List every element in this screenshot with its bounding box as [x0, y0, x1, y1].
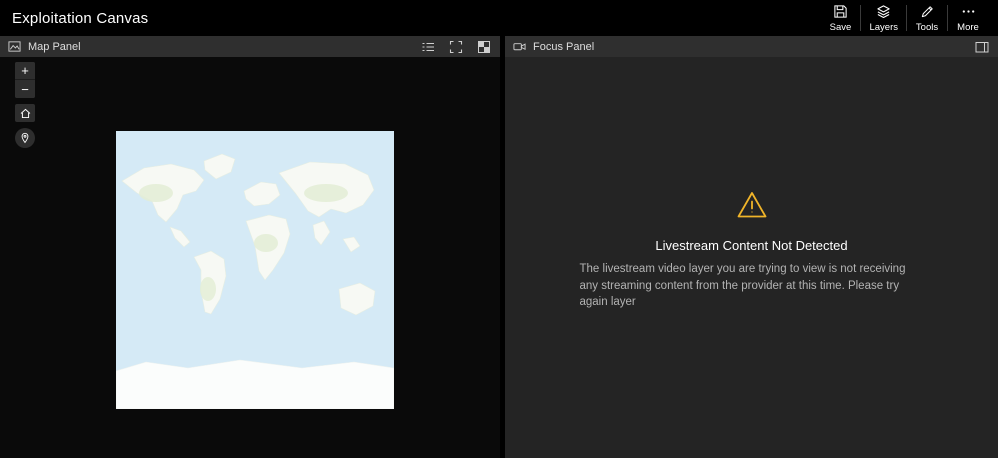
topbar: Exploitation Canvas Save Layers Tools Mo…	[0, 0, 998, 36]
locate-button[interactable]	[15, 128, 35, 148]
alert-heading: Livestream Content Not Detected	[655, 237, 848, 253]
focus-panel: Focus Panel Livestream Content Not Detec…	[505, 36, 998, 458]
more-button[interactable]: More	[948, 0, 988, 36]
panels: Map Panel + − Focus Panel Livestream Con…	[0, 36, 998, 458]
alert-body: The livestream video layer you are tryin…	[579, 262, 906, 309]
map-icon	[8, 40, 21, 53]
livestream-alert: Livestream Content Not Detected The live…	[580, 190, 924, 311]
expand-icon	[449, 40, 463, 53]
map-panel-title: Map Panel	[28, 40, 81, 53]
home-button[interactable]	[15, 104, 35, 122]
save-button[interactable]: Save	[820, 0, 860, 36]
map-panel-header: Map Panel	[0, 36, 500, 57]
topbar-actions: Save Layers Tools More	[820, 0, 988, 36]
layers-icon	[876, 4, 891, 19]
warning-triangle-icon	[736, 190, 768, 225]
video-camera-icon	[513, 40, 526, 53]
basemap-grid-icon	[478, 40, 490, 53]
zoom-out-button[interactable]: −	[15, 80, 35, 98]
page-title: Exploitation Canvas	[12, 9, 149, 27]
map-body[interactable]: + −	[0, 57, 500, 458]
legend-list-icon	[422, 42, 434, 51]
map-panel-tools	[420, 39, 492, 55]
more-icon	[961, 4, 976, 19]
layers-button[interactable]: Layers	[861, 0, 906, 36]
focus-body: Livestream Content Not Detected The live…	[505, 57, 998, 458]
panel-toggle-button[interactable]	[974, 39, 990, 55]
tools-label: Tools	[915, 21, 939, 33]
tools-button[interactable]: Tools	[907, 0, 947, 36]
panel-toggle-icon	[975, 41, 989, 52]
more-label: More	[957, 21, 979, 33]
focus-panel-tools	[974, 39, 990, 55]
map-toolbar: + −	[15, 62, 35, 148]
save-label: Save	[829, 21, 852, 33]
tools-icon	[920, 4, 935, 19]
basemap-grid-button[interactable]	[476, 39, 492, 55]
focus-panel-title: Focus Panel	[533, 40, 595, 53]
save-icon	[833, 4, 848, 19]
zoom-in-button[interactable]: +	[15, 62, 35, 80]
location-pin-icon	[21, 132, 29, 144]
layers-label: Layers	[869, 21, 898, 33]
zoom-group: + −	[15, 62, 35, 98]
world-map[interactable]	[116, 131, 394, 409]
expand-button[interactable]	[448, 39, 464, 55]
legend-list-button[interactable]	[420, 39, 436, 55]
focus-panel-header: Focus Panel	[505, 36, 998, 57]
home-icon	[20, 108, 30, 118]
map-panel: Map Panel + −	[0, 36, 500, 458]
